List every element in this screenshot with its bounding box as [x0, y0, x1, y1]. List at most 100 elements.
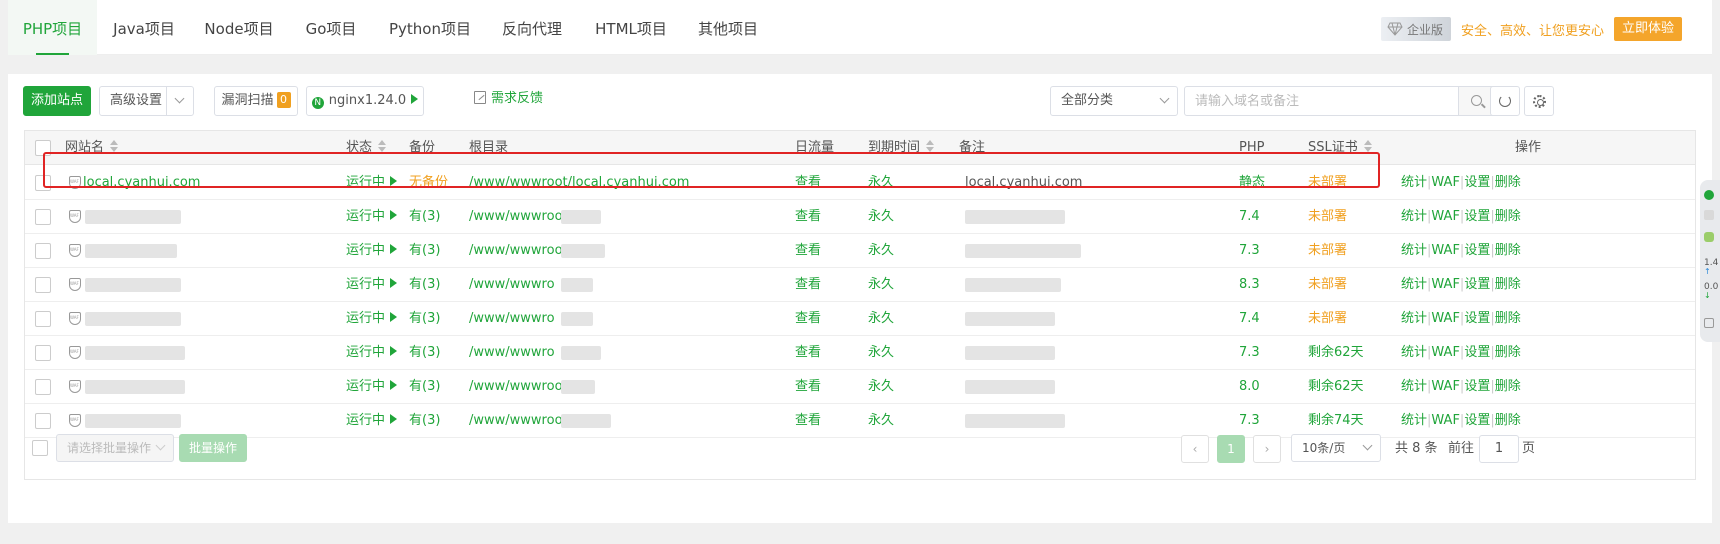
- status-toggle[interactable]: 运行中: [346, 404, 398, 440]
- ssl-status-link[interactable]: 未部署: [1308, 302, 1347, 338]
- waf-link[interactable]: WAF: [1431, 379, 1460, 394]
- backup-link[interactable]: 有(3): [409, 370, 440, 406]
- row-checkbox[interactable]: [35, 175, 51, 191]
- traffic-link[interactable]: 查看: [795, 234, 821, 270]
- expire-link[interactable]: 永久: [868, 200, 894, 236]
- ssl-status-link[interactable]: 未部署: [1308, 234, 1347, 270]
- waf-link[interactable]: WAF: [1431, 311, 1460, 326]
- root-dir-link[interactable]: /www/wwwro: [469, 336, 555, 372]
- settings-link[interactable]: 设置: [1464, 413, 1490, 428]
- ssl-status-link[interactable]: 未部署: [1308, 166, 1347, 202]
- waf-link[interactable]: WAF: [1431, 243, 1460, 258]
- stats-link[interactable]: 统计: [1401, 311, 1427, 326]
- expire-link[interactable]: 永久: [868, 166, 894, 202]
- traffic-link[interactable]: 查看: [795, 200, 821, 236]
- waf-link[interactable]: WAF: [1431, 345, 1460, 360]
- settings-link[interactable]: 设置: [1464, 243, 1490, 258]
- page-number[interactable]: 1: [1217, 435, 1245, 463]
- waf-link[interactable]: WAF: [1431, 277, 1460, 292]
- settings-link[interactable]: 设置: [1464, 175, 1490, 190]
- ssl-status-link[interactable]: 剩余62天: [1308, 336, 1364, 372]
- root-dir-link[interactable]: /www/wwwro: [469, 302, 555, 338]
- row-checkbox[interactable]: [35, 277, 51, 293]
- delete-link[interactable]: 删除: [1495, 345, 1521, 360]
- col-ssl[interactable]: SSL证书: [1308, 131, 1372, 165]
- php-version-link[interactable]: 静态: [1239, 166, 1265, 202]
- stats-link[interactable]: 统计: [1401, 345, 1427, 360]
- traffic-link[interactable]: 查看: [795, 302, 821, 338]
- expire-link[interactable]: 永久: [868, 268, 894, 304]
- php-version-link[interactable]: 7.3: [1239, 234, 1260, 270]
- nginx-status-button[interactable]: Nnginx1.24.0: [306, 86, 424, 116]
- refresh-button[interactable]: [1490, 86, 1520, 116]
- tab-other[interactable]: 其他项目: [692, 0, 764, 55]
- traffic-link[interactable]: 查看: [795, 166, 821, 202]
- tab-java[interactable]: Java项目: [108, 0, 180, 55]
- backup-link[interactable]: 有(3): [409, 200, 440, 236]
- stats-link[interactable]: 统计: [1401, 243, 1427, 258]
- ssl-status-link[interactable]: 未部署: [1308, 268, 1347, 304]
- row-checkbox[interactable]: [35, 311, 51, 327]
- advanced-settings-button[interactable]: 高级设置: [99, 86, 194, 116]
- search-input[interactable]: [1185, 87, 1455, 115]
- status-toggle[interactable]: 运行中: [346, 370, 398, 406]
- expire-link[interactable]: 永久: [868, 404, 894, 440]
- delete-link[interactable]: 删除: [1495, 379, 1521, 394]
- delete-link[interactable]: 删除: [1495, 175, 1521, 190]
- php-version-link[interactable]: 8.3: [1239, 268, 1260, 304]
- backup-link[interactable]: 有(3): [409, 336, 440, 372]
- row-checkbox[interactable]: [35, 379, 51, 395]
- backup-link[interactable]: 有(3): [409, 268, 440, 304]
- backup-link[interactable]: 无备份: [409, 166, 448, 202]
- traffic-link[interactable]: 查看: [795, 370, 821, 406]
- status-toggle[interactable]: 运行中: [346, 268, 398, 304]
- status-toggle[interactable]: 运行中: [346, 302, 398, 338]
- settings-link[interactable]: 设置: [1464, 277, 1490, 292]
- tab-php[interactable]: PHP项目: [8, 0, 97, 55]
- traffic-link[interactable]: 查看: [795, 336, 821, 372]
- col-site-name[interactable]: 网站名: [65, 131, 119, 165]
- delete-link[interactable]: 删除: [1495, 243, 1521, 258]
- expire-link[interactable]: 永久: [868, 336, 894, 372]
- row-checkbox[interactable]: [35, 209, 51, 225]
- batch-action-select[interactable]: 请选择批量操作: [56, 434, 174, 462]
- root-dir-link[interactable]: /www/wwwroot/local.cyanhui.com: [469, 166, 689, 202]
- php-version-link[interactable]: 7.4: [1239, 200, 1260, 236]
- stats-link[interactable]: 统计: [1401, 379, 1427, 394]
- traffic-link[interactable]: 查看: [795, 404, 821, 440]
- row-checkbox[interactable]: [35, 345, 51, 361]
- ssl-status-link[interactable]: 剩余62天: [1308, 370, 1364, 406]
- root-dir-link[interactable]: /www/wwwroo: [469, 370, 563, 406]
- stats-link[interactable]: 统计: [1401, 209, 1427, 224]
- select-all-checkbox[interactable]: [35, 140, 51, 156]
- php-version-link[interactable]: 7.3: [1239, 336, 1260, 372]
- feedback-link[interactable]: 需求反馈: [474, 87, 543, 111]
- tab-go[interactable]: Go项目: [300, 0, 362, 55]
- delete-link[interactable]: 删除: [1495, 209, 1521, 224]
- waf-link[interactable]: WAF: [1431, 413, 1460, 428]
- row-checkbox[interactable]: [35, 413, 51, 429]
- delete-link[interactable]: 删除: [1495, 277, 1521, 292]
- remark-text[interactable]: local.cyanhui.com: [965, 166, 1082, 202]
- site-name-link[interactable]: local.cyanhui.com: [83, 166, 200, 202]
- backup-link[interactable]: 有(3): [409, 404, 440, 440]
- php-version-link[interactable]: 7.4: [1239, 302, 1260, 338]
- traffic-link[interactable]: 查看: [795, 268, 821, 304]
- backup-link[interactable]: 有(3): [409, 234, 440, 270]
- col-expire[interactable]: 到期时间: [868, 131, 935, 165]
- root-dir-link[interactable]: /www/wwwroo: [469, 234, 563, 270]
- settings-link[interactable]: 设置: [1464, 345, 1490, 360]
- settings-link[interactable]: 设置: [1464, 209, 1490, 224]
- ssl-status-link[interactable]: 未部署: [1308, 200, 1347, 236]
- stats-link[interactable]: 统计: [1401, 175, 1427, 190]
- backup-link[interactable]: 有(3): [409, 302, 440, 338]
- waf-link[interactable]: WAF: [1431, 175, 1460, 190]
- tab-node[interactable]: Node项目: [200, 0, 278, 55]
- next-page-button[interactable]: ›: [1253, 435, 1281, 463]
- status-toggle[interactable]: 运行中: [346, 200, 398, 236]
- waf-link[interactable]: WAF: [1431, 209, 1460, 224]
- status-toggle[interactable]: 运行中: [346, 336, 398, 372]
- status-toggle[interactable]: 运行中: [346, 166, 398, 202]
- goto-page-input[interactable]: 1: [1479, 435, 1519, 463]
- expire-link[interactable]: 永久: [868, 302, 894, 338]
